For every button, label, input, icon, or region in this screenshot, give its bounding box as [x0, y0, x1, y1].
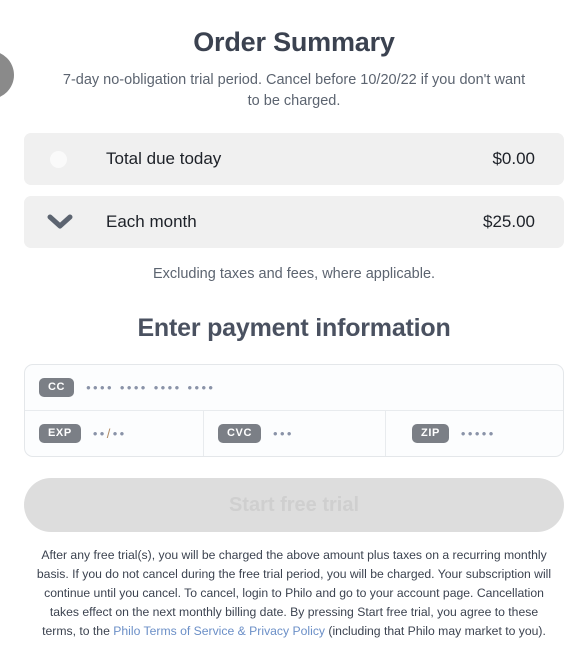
- zip-field[interactable]: ZIP •••••: [386, 411, 563, 456]
- zip-value: •••••: [460, 426, 496, 442]
- order-summary-list: Total due today $0.00 Each month $25.00: [24, 133, 564, 249]
- chevron-down-icon[interactable]: [46, 214, 86, 230]
- exp-badge: EXP: [39, 424, 81, 444]
- legal-text-after: (including that Philo may market to you)…: [325, 623, 546, 638]
- dot-icon: [46, 150, 86, 168]
- summary-row-price: $25.00: [483, 212, 535, 232]
- order-summary-page: Order Summary 7-day no-obligation trial …: [0, 26, 588, 641]
- start-free-trial-button[interactable]: Start free trial: [24, 478, 564, 533]
- summary-row-price: $0.00: [492, 149, 535, 169]
- expiry-value: ••/••: [93, 426, 127, 441]
- cvc-field[interactable]: CVC •••: [204, 411, 386, 457]
- legal-disclaimer: After any free trial(s), you will be cha…: [24, 546, 564, 641]
- expiry-year: ••: [112, 426, 127, 442]
- payment-section-title: Enter payment information: [137, 314, 451, 343]
- expiry-month: ••: [92, 426, 107, 442]
- trial-period-note: 7-day no-obligation trial period. Cancel…: [62, 72, 526, 110]
- cvc-value: •••: [273, 426, 294, 442]
- summary-row-label: Total due today: [106, 149, 222, 169]
- summary-row-total-due-today[interactable]: Total due today $0.00: [24, 133, 564, 186]
- payment-fields-card: CC •••• •••• •••• •••• EXP ••/•• CVC •••…: [24, 364, 564, 458]
- summary-row-each-month[interactable]: Each month $25.00: [24, 196, 564, 249]
- expiry-field[interactable]: EXP ••/••: [25, 411, 204, 457]
- terms-and-privacy-link[interactable]: Philo Terms of Service & Privacy Policy: [113, 624, 325, 638]
- excluding-taxes-note: Excluding taxes and fees, where applicab…: [152, 266, 436, 283]
- card-number-field[interactable]: CC •••• •••• •••• ••••: [25, 365, 563, 412]
- cc-badge: CC: [39, 378, 75, 398]
- card-details-row: EXP ••/•• CVC ••• ZIP •••••: [25, 411, 563, 457]
- page-title: Order Summary: [193, 27, 395, 57]
- card-number-value: •••• •••• •••• ••••: [86, 380, 216, 396]
- zip-badge: ZIP: [412, 424, 449, 444]
- cvc-badge: CVC: [218, 424, 262, 444]
- summary-row-label: Each month: [106, 212, 197, 232]
